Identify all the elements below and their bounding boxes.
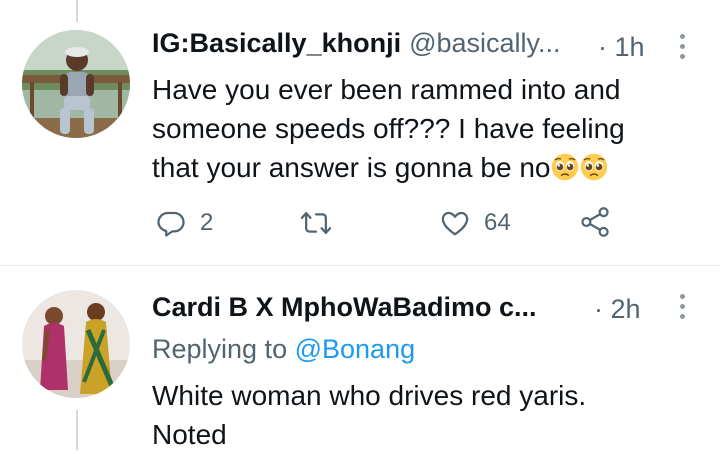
pleading-face-emoji — [581, 153, 608, 181]
timestamp[interactable]: · 1h — [598, 32, 645, 63]
pleading-face-emoji — [552, 153, 579, 181]
tweet-text-line: someone speeds off??? I have feeling — [152, 113, 625, 144]
tweet-text-line: White woman who drives red yaris. — [152, 380, 587, 411]
retweet-icon — [300, 212, 332, 234]
like-button[interactable]: 64 — [440, 208, 511, 238]
avatar[interactable] — [22, 30, 130, 138]
reply-icon — [157, 211, 185, 237]
replying-to: Replying to @Bonang — [152, 334, 415, 365]
tweet-text: White woman who drives red yaris. Noted — [152, 376, 692, 454]
retweet-button[interactable] — [300, 208, 332, 238]
timestamp[interactable]: · 2h — [594, 294, 641, 325]
like-count: 64 — [484, 209, 511, 236]
tweet[interactable]: IG:Basically_khonji @basically... · 1h H… — [0, 0, 720, 265]
reply-count: 2 — [200, 209, 214, 236]
replying-to-label: Replying to — [152, 334, 288, 364]
avatar[interactable] — [22, 290, 130, 398]
tweet-text-line-content: that your answer is gonna be no — [152, 152, 551, 183]
tweet-text-line: Have you ever been rammed into and — [152, 74, 621, 105]
share-icon — [581, 207, 609, 237]
tweet[interactable]: Cardi B X MphoWaBadimo c... · 2h Replyin… — [0, 266, 720, 450]
more-icon[interactable] — [678, 34, 686, 64]
reply-button[interactable]: 2 — [156, 208, 213, 238]
display-name[interactable]: Cardi B X MphoWaBadimo c... — [152, 292, 537, 323]
like-icon — [441, 211, 469, 236]
more-icon[interactable] — [678, 294, 686, 324]
tweet-text-line: Noted — [152, 419, 227, 450]
tweet-text-line: that your answer is gonna be no — [152, 148, 692, 187]
handle[interactable]: @basically... — [409, 28, 560, 59]
display-name[interactable]: IG:Basically_khonji — [152, 28, 401, 59]
tweet-text: Have you ever been rammed into and someo… — [152, 70, 692, 187]
share-button[interactable] — [580, 206, 610, 238]
mention-link[interactable]: @Bonang — [295, 334, 416, 364]
